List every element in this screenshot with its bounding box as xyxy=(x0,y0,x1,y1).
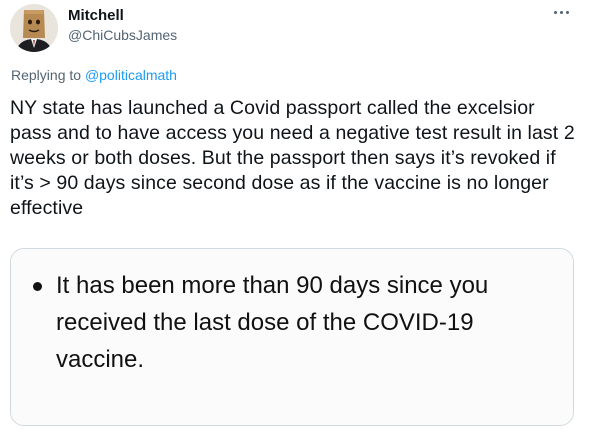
media-card[interactable]: It has been more than 90 days since you … xyxy=(10,248,574,426)
tweet: Mitchell @ChiCubsJames Replying to @poli… xyxy=(0,0,589,434)
replying-to-label: Replying to xyxy=(11,67,85,83)
bullet-dot xyxy=(33,282,42,291)
media-bullet-text: It has been more than 90 days since you … xyxy=(56,272,489,373)
more-horizontal-icon xyxy=(552,10,570,14)
paper-bag-avatar-icon xyxy=(10,4,58,52)
avatar[interactable] xyxy=(10,4,58,52)
author-name[interactable]: Mitchell xyxy=(68,7,124,24)
media-image: It has been more than 90 days since you … xyxy=(11,249,573,425)
more-options-button[interactable] xyxy=(547,2,575,22)
tweet-text: NY state has launched a Covid passport c… xyxy=(10,97,575,219)
reply-mention-link[interactable]: @politicalmath xyxy=(85,67,177,83)
replying-to-line: Replying to @politicalmath xyxy=(11,67,177,83)
author-handle[interactable]: @ChiCubsJames xyxy=(68,27,177,43)
